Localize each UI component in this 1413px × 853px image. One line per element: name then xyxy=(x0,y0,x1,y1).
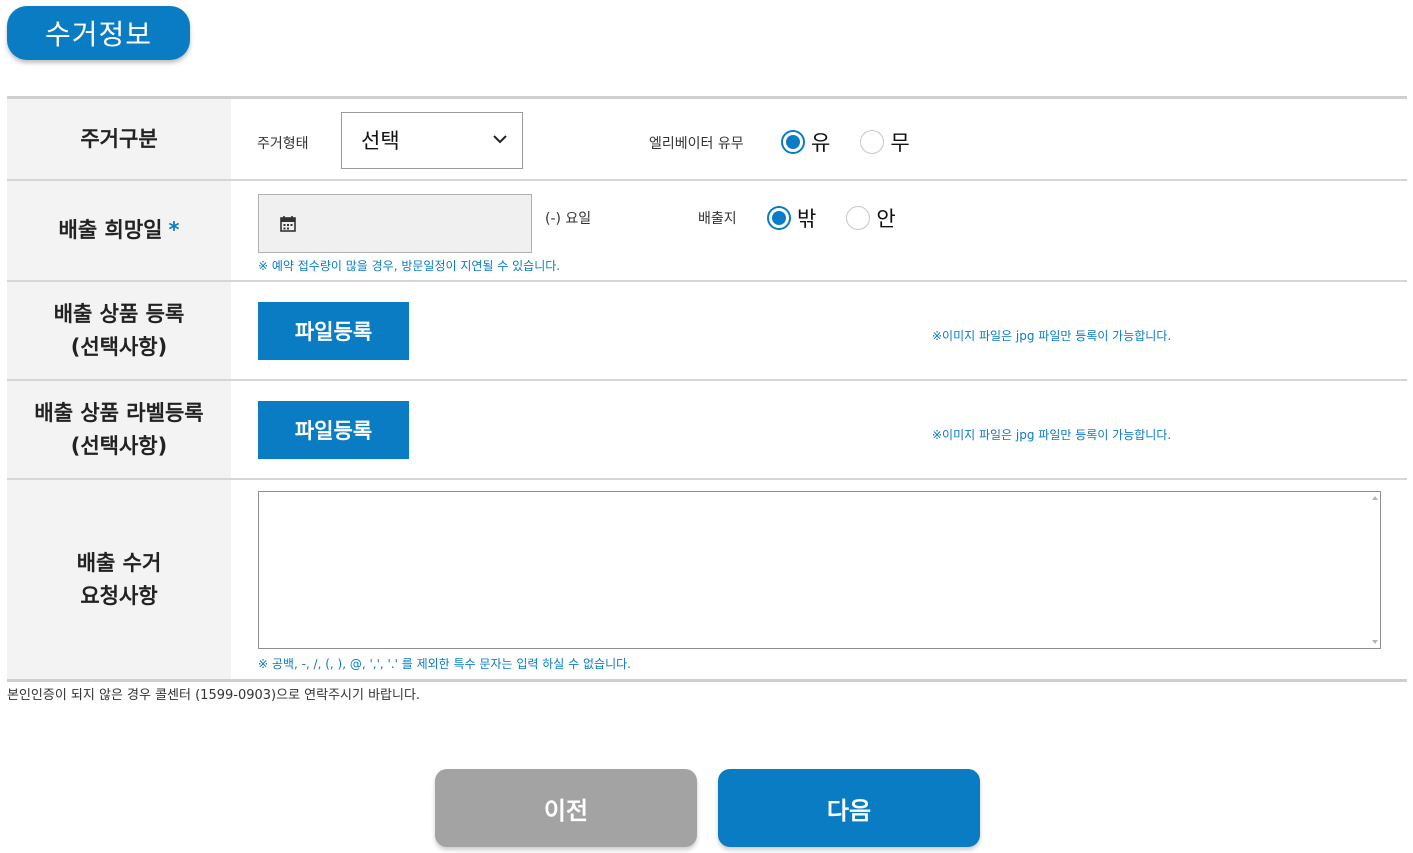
label-register-label-line1: 배출 상품 라벨등록 xyxy=(34,400,204,425)
elevator-radio-group: 유 무 xyxy=(781,127,940,157)
product-file-note: ※이미지 파일은 jpg 파일만 등록이 가능합니다. xyxy=(932,329,1172,343)
date-note: ※ 예약 접수량이 많을 경우, 방문일정이 지연될 수 있습니다. xyxy=(258,259,561,273)
elevator-radio-no[interactable] xyxy=(860,130,885,154)
date-picker-input[interactable] xyxy=(258,194,532,253)
request-label: 배출 수거 요청사항 xyxy=(7,480,231,679)
row-date: 배출 희망일 * (-) 요일 배출지 밖 안 ※ 예약 접수량이 많을 경우,… xyxy=(7,181,1407,282)
request-textarea[interactable] xyxy=(258,491,1381,649)
date-label-cell: 배출 희망일 * xyxy=(7,181,231,280)
place-radio-group: 밖 안 xyxy=(767,203,926,233)
row-residence: 주거구분 주거형태 선택 엘리베이터 유무 유 무 xyxy=(7,99,1407,181)
textarea-scrollbar[interactable] xyxy=(1372,496,1378,644)
elevator-option-no: 무 xyxy=(890,131,910,155)
place-label: 배출지 xyxy=(698,211,737,227)
residence-label: 주거구분 xyxy=(7,99,231,179)
product-register-label-line1: 배출 상품 등록 xyxy=(53,301,185,326)
date-label: 배출 희망일 xyxy=(58,218,163,242)
section-title: 수거정보 xyxy=(7,6,190,60)
footer-note: 본인인증이 되지 않은 경우 콜센터 (1599-0903)으로 연락주시기 바… xyxy=(7,688,421,703)
row-request: 배출 수거 요청사항 ※ 공백, -, /, (, ), @, ',', '.'… xyxy=(7,480,1407,682)
label-file-note: ※이미지 파일은 jpg 파일만 등록이 가능합니다. xyxy=(932,428,1172,442)
row-label-register: 배출 상품 라벨등록 (선택사항) 파일등록 ※이미지 파일은 jpg 파일만 … xyxy=(7,381,1407,480)
place-option-inside: 안 xyxy=(876,207,896,231)
next-button[interactable]: 다음 xyxy=(718,769,980,847)
residence-type-label: 주거형태 xyxy=(257,136,309,152)
chevron-down-icon xyxy=(493,135,507,144)
request-label-line2: 요청사항 xyxy=(80,583,158,608)
row-product-register: 배출 상품 등록 (선택사항) 파일등록 ※이미지 파일은 jpg 파일만 등록… xyxy=(7,282,1407,381)
label-file-upload-button[interactable]: 파일등록 xyxy=(258,401,409,459)
prev-button[interactable]: 이전 xyxy=(435,769,697,847)
product-register-label-line2: (선택사항) xyxy=(70,334,168,359)
elevator-label: 엘리베이터 유무 xyxy=(649,136,744,152)
product-file-upload-button[interactable]: 파일등록 xyxy=(258,302,409,360)
place-radio-inside[interactable] xyxy=(846,206,871,230)
weekday-text: (-) 요일 xyxy=(545,211,592,227)
elevator-option-yes: 유 xyxy=(811,131,831,155)
label-register-label-line2: (선택사항) xyxy=(70,433,168,458)
product-register-label: 배출 상품 등록 (선택사항) xyxy=(7,282,231,379)
residence-type-value: 선택 xyxy=(361,129,400,153)
required-mark: * xyxy=(168,218,180,242)
place-radio-outside[interactable] xyxy=(767,206,791,230)
request-note: ※ 공백, -, /, (, ), @, ',', '.' 를 제외한 특수 문… xyxy=(258,657,631,671)
request-label-line1: 배출 수거 xyxy=(76,550,162,575)
calendar-icon[interactable] xyxy=(279,215,297,233)
label-register-label: 배출 상품 라벨등록 (선택사항) xyxy=(7,381,231,478)
residence-type-select[interactable]: 선택 xyxy=(341,112,523,169)
elevator-radio-yes[interactable] xyxy=(781,130,805,154)
place-option-outside: 밖 xyxy=(797,207,817,231)
